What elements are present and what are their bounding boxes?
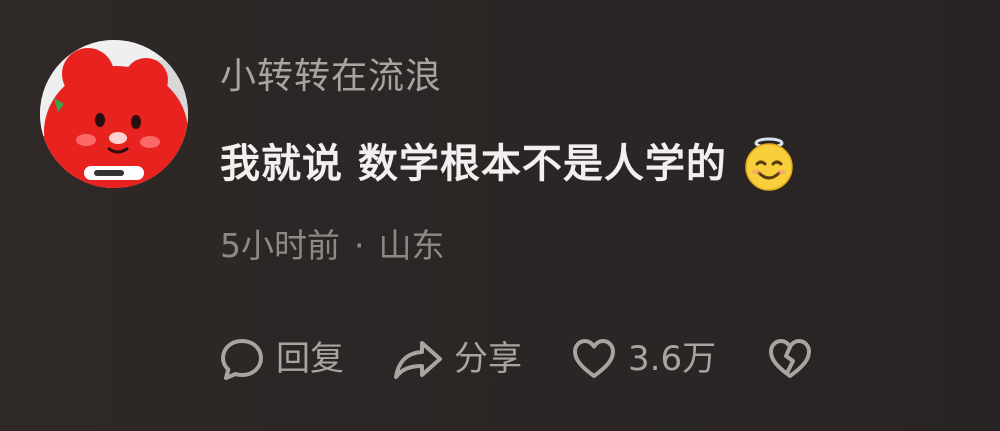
comment-content: 我就说 数学根本不是人学的 — [220, 134, 799, 194]
heart-icon — [573, 339, 615, 378]
like-count: 3.6万 — [628, 339, 717, 379]
speech-bubble-icon — [221, 339, 263, 380]
avatar[interactable] — [40, 40, 188, 188]
broken-heart-icon — [769, 339, 812, 378]
timestamp: 5小时前 — [220, 226, 340, 265]
like-button[interactable]: 3.6万 — [570, 332, 716, 386]
share-button[interactable]: 分享 — [392, 332, 522, 386]
meta-separator: · — [354, 226, 365, 265]
dislike-button[interactable] — [766, 335, 814, 383]
username[interactable]: 小转转在流浪 — [220, 52, 442, 102]
action-bar: 回复 分享 3.6万 — [218, 332, 814, 386]
comment-item: 小转转在流浪 我就说 数学根本不是人学的 5小时前 · 山东 回复 分享 3.6… — [0, 0, 1000, 431]
location: 山东 — [378, 226, 445, 265]
comment-text: 我就说 数学根本不是人学的 — [220, 141, 727, 187]
comment-meta: 5小时前 · 山东 — [220, 222, 445, 270]
reply-button[interactable]: 回复 — [218, 332, 344, 386]
red-bear-avatar-icon — [40, 40, 188, 188]
smiling-halo-emoji-icon — [745, 137, 793, 191]
share-label: 分享 — [454, 339, 522, 379]
reply-label: 回复 — [276, 339, 344, 379]
share-arrow-icon — [394, 341, 442, 379]
